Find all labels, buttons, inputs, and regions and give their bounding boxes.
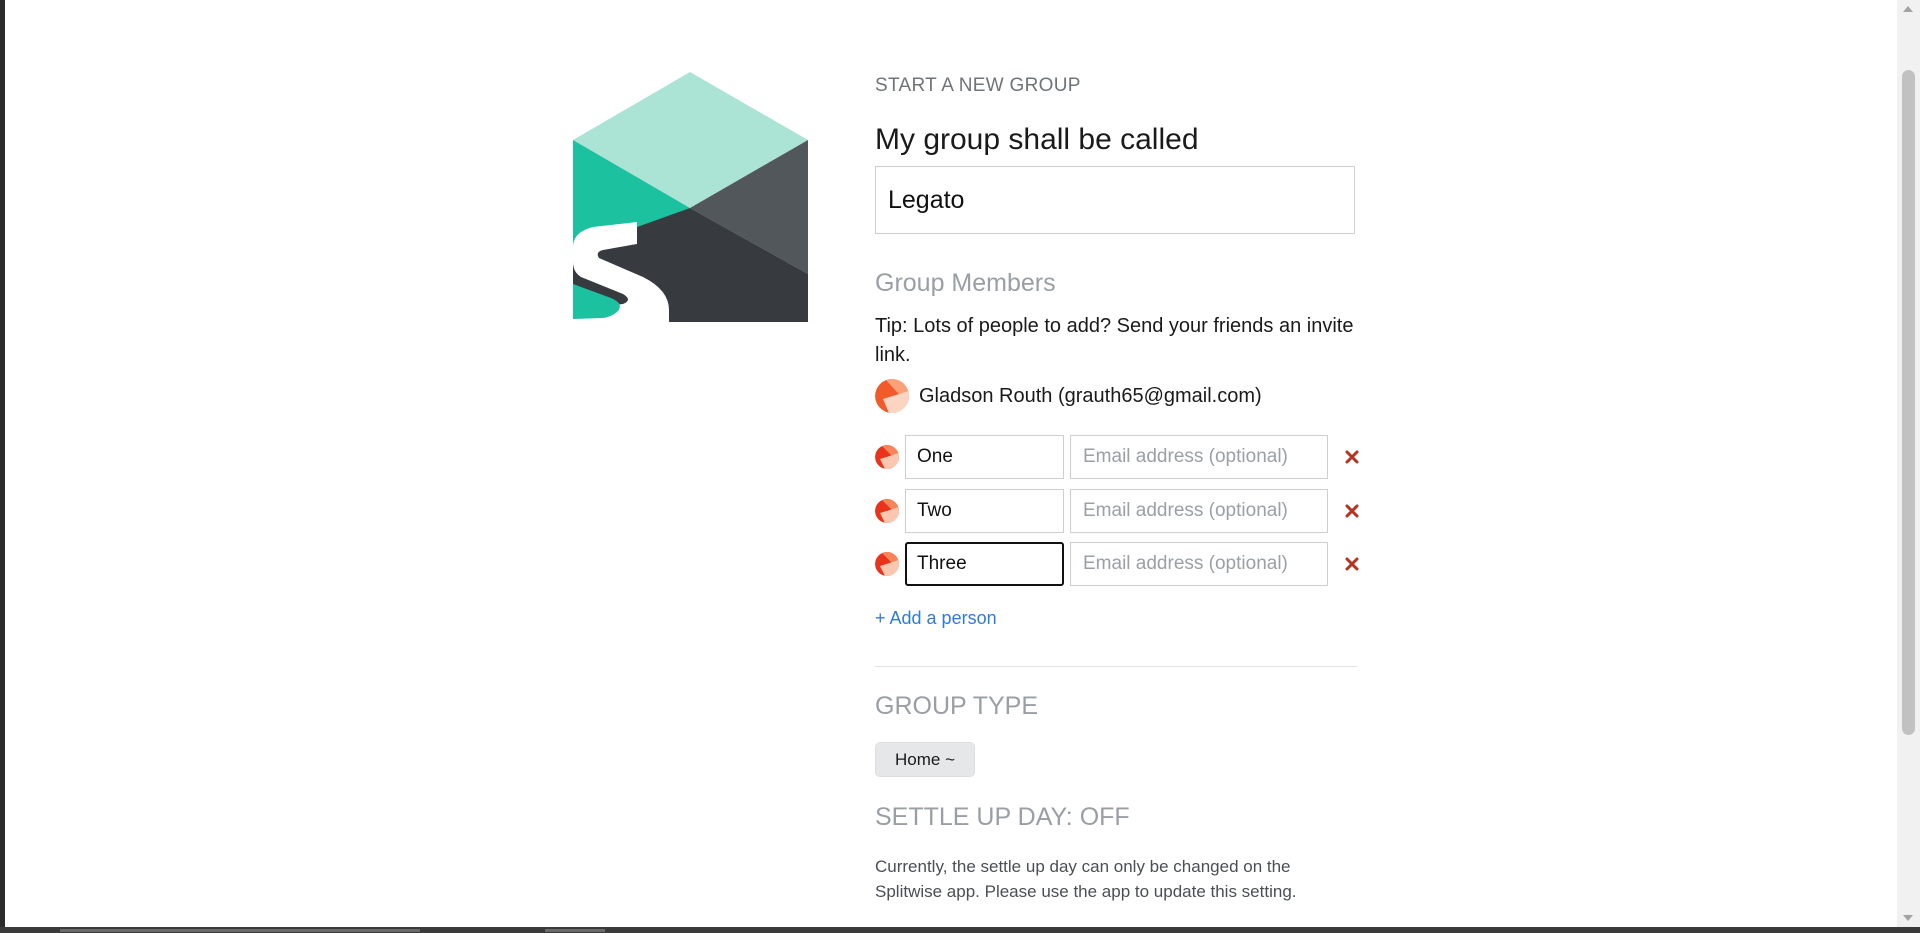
member-avatar bbox=[875, 445, 899, 469]
member-avatar bbox=[875, 552, 899, 576]
settle-up-day-label: SETTLE UP DAY: OFF bbox=[875, 803, 1130, 831]
owner-name: Gladson Routh (grauth65@gmail.com) bbox=[919, 384, 1262, 407]
window-edge-segment bbox=[545, 929, 605, 932]
scroll-up-arrow-icon[interactable] bbox=[1903, 6, 1913, 12]
group-type-dropdown[interactable]: Home ~ bbox=[875, 742, 975, 777]
page-viewport: START A NEW GROUP My group shall be call… bbox=[5, 0, 1897, 927]
remove-member-icon[interactable] bbox=[1340, 445, 1364, 469]
settle-up-note: Currently, the settle up day can only be… bbox=[875, 857, 1297, 901]
section-divider bbox=[875, 666, 1357, 667]
member-row bbox=[875, 435, 1364, 479]
member-email-input[interactable] bbox=[1070, 435, 1328, 479]
group-name-input[interactable] bbox=[875, 166, 1355, 234]
member-avatar bbox=[875, 499, 899, 523]
remove-member-icon[interactable] bbox=[1340, 499, 1364, 523]
window-edge-segment bbox=[60, 929, 420, 932]
group-members-label: Group Members bbox=[875, 269, 1056, 297]
splitwise-logo bbox=[573, 72, 808, 322]
owner-avatar bbox=[875, 379, 909, 413]
remove-member-icon[interactable] bbox=[1340, 552, 1364, 576]
member-email-input[interactable] bbox=[1070, 542, 1328, 586]
member-name-input[interactable] bbox=[905, 489, 1064, 533]
window-bottom-edge bbox=[0, 927, 1920, 933]
owner-member-row: Gladson Routh (grauth65@gmail.com) bbox=[875, 379, 1262, 413]
add-person-link[interactable]: + Add a person bbox=[875, 608, 997, 629]
form-eyebrow: START A NEW GROUP bbox=[875, 75, 1081, 96]
member-row bbox=[875, 542, 1364, 586]
group-type-label: GROUP TYPE bbox=[875, 692, 1039, 720]
scrollbar-thumb[interactable] bbox=[1902, 70, 1915, 735]
group-name-heading: My group shall be called bbox=[875, 123, 1199, 156]
member-name-input[interactable] bbox=[905, 542, 1064, 586]
member-name-input[interactable] bbox=[905, 435, 1064, 479]
invite-tip: Tip: Lots of people to add? Send your fr… bbox=[875, 315, 1354, 366]
member-email-input[interactable] bbox=[1070, 489, 1328, 533]
member-row bbox=[875, 489, 1364, 533]
scroll-down-arrow-icon[interactable] bbox=[1903, 915, 1913, 921]
vertical-scrollbar[interactable] bbox=[1897, 0, 1920, 927]
